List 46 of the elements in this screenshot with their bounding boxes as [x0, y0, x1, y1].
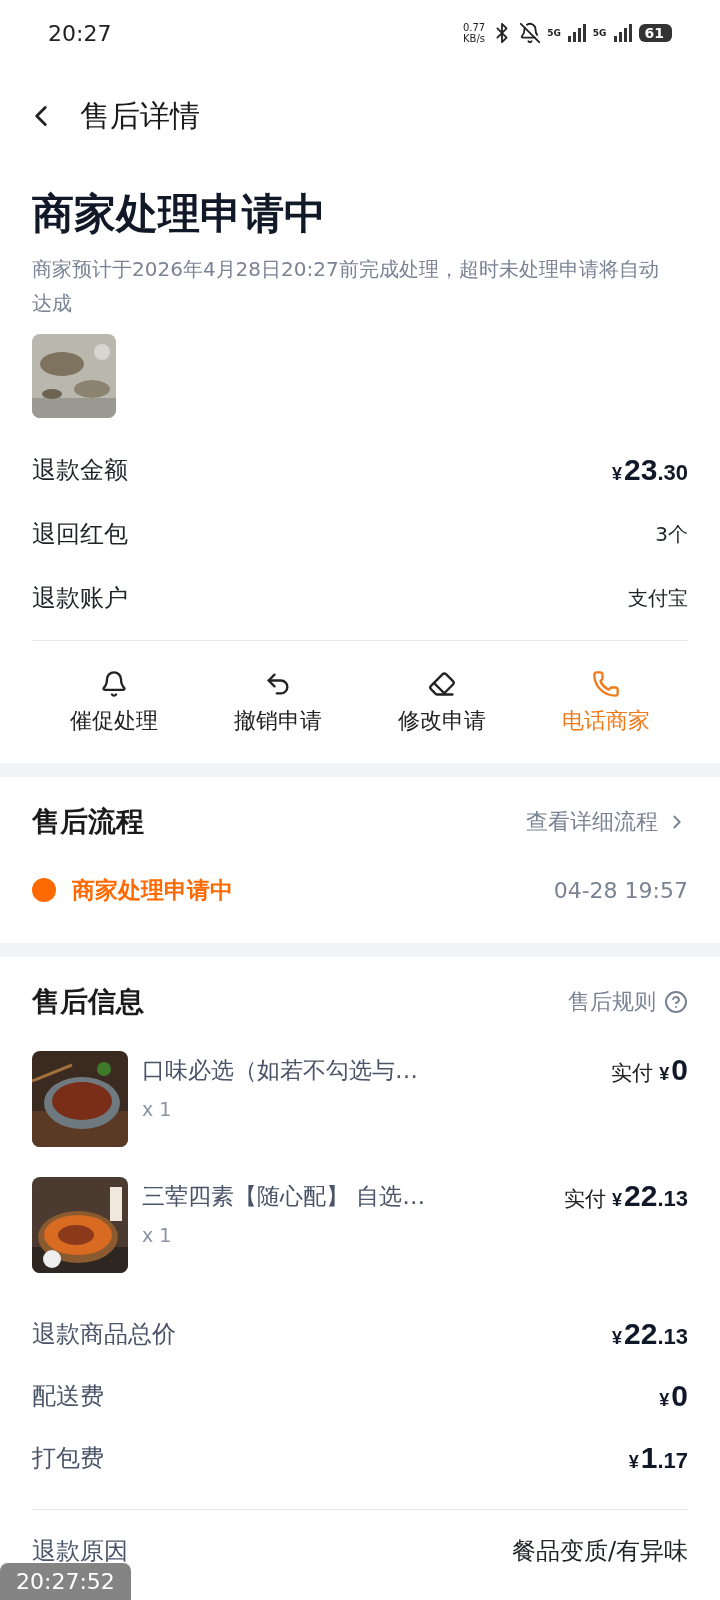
- product-name: 口味必选（如若不勾选与…: [142, 1056, 419, 1085]
- summary-value: 支付宝: [628, 584, 688, 612]
- reason-value: 餐品变质/有异味: [511, 1536, 688, 1567]
- status-time: 20:27: [48, 20, 112, 46]
- price: ¥0: [659, 1379, 688, 1413]
- action-button[interactable]: 修改申请: [360, 669, 524, 737]
- page-title: 售后详情: [80, 96, 200, 135]
- network-type: 5G: [592, 28, 607, 38]
- battery-level: 61: [638, 24, 672, 42]
- product-quantity: x 1: [142, 1224, 173, 1246]
- status-title: 商家处理申请中: [32, 188, 327, 240]
- help-icon: [664, 990, 688, 1014]
- product-quantity: x 1: [142, 1098, 173, 1120]
- summary-label: 退回红包: [32, 519, 128, 550]
- section-title: 售后流程: [32, 804, 144, 840]
- status-description: 商家预计于2026年4月28日20:27前完成处理，超时未处理申请将自动达成: [32, 256, 660, 317]
- step-label: 商家处理申请中: [72, 875, 233, 905]
- detail-flow-link[interactable]: 查看详细流程: [526, 807, 688, 837]
- price: ¥23.30: [612, 453, 688, 487]
- signal-icon: [566, 24, 587, 42]
- signal-icon: [612, 24, 633, 42]
- price: ¥1.17: [628, 1441, 688, 1475]
- paid-label: 实付: [611, 1060, 654, 1087]
- step-time: 04-28 19:57: [553, 877, 688, 903]
- action-button[interactable]: 催促处理: [32, 669, 196, 737]
- network-speed: 0.77 KB/s: [462, 22, 486, 44]
- fee-label: 打包费: [32, 1443, 104, 1474]
- summary-label: 退款账户: [32, 583, 128, 614]
- price: ¥0: [659, 1053, 688, 1087]
- mute-icon: [519, 22, 542, 44]
- recording-timer: 20:27:52: [0, 1563, 131, 1600]
- price: ¥22.13: [612, 1317, 688, 1351]
- network-type: 5G: [547, 28, 561, 38]
- summary-value: 3个: [655, 520, 688, 548]
- fee-label: 退款商品总价: [32, 1319, 176, 1350]
- price: ¥22.13: [612, 1179, 688, 1213]
- paid-label: 实付: [564, 1186, 606, 1213]
- fee-label: 配送费: [32, 1381, 104, 1412]
- phone-icon: [592, 670, 620, 698]
- bell-icon: [100, 670, 128, 698]
- section-title: 售后信息: [32, 984, 144, 1020]
- summary-label: 退款金额: [32, 455, 128, 486]
- product-name: 三荤四素【随心配】 自选…: [142, 1182, 427, 1211]
- action-button[interactable]: 撤销申请: [196, 669, 360, 737]
- rules-link[interactable]: 售后规则: [568, 987, 688, 1017]
- eraser-icon: [428, 670, 456, 698]
